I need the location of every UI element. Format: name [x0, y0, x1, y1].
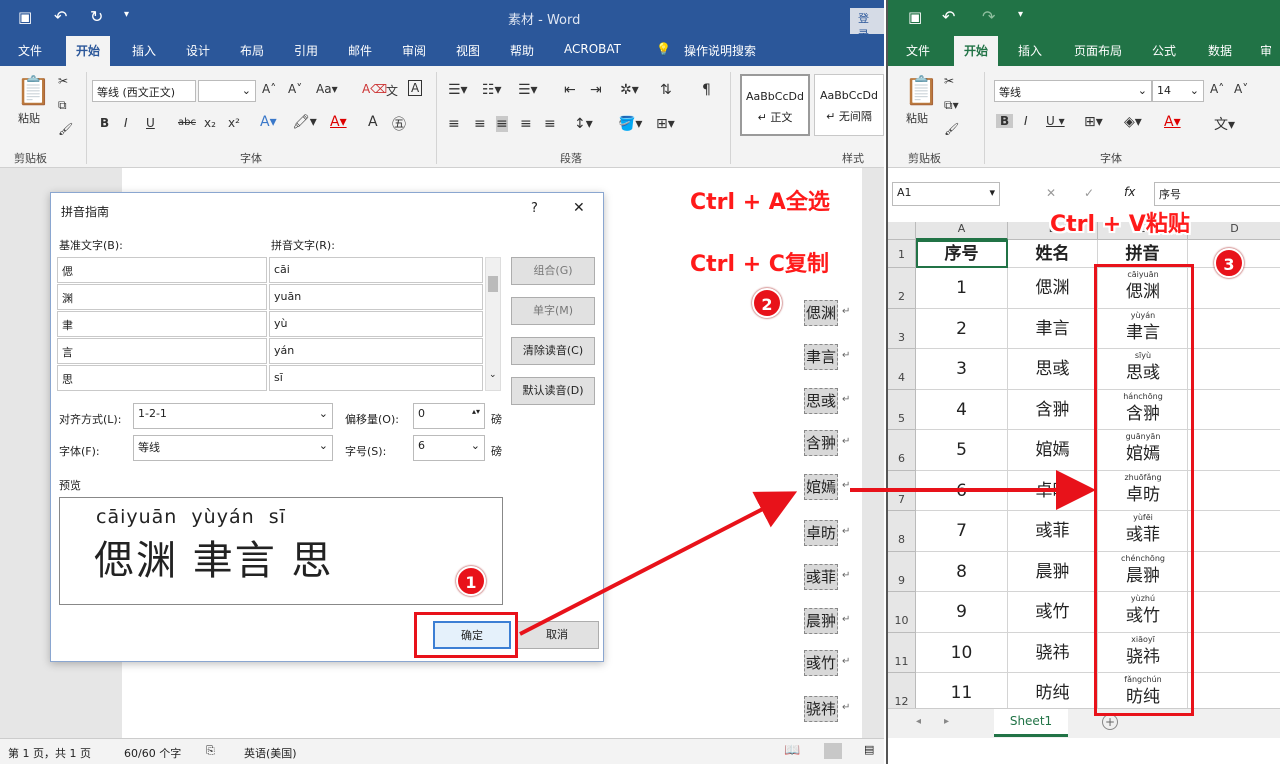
step-1-badge: 1 [456, 566, 486, 596]
arrow-to-document [519, 491, 798, 636]
ctrl-v-annotation: Ctrl + V粘贴 [1050, 212, 1190, 237]
ctrl-c-annotation: Ctrl + C复制 [690, 252, 829, 277]
step-3-badge: 3 [1214, 248, 1244, 278]
ctrl-a-annotation: Ctrl + A全选 [690, 190, 830, 215]
step-2-badge: 2 [752, 288, 782, 318]
annotation-arrows [519, 470, 1096, 636]
